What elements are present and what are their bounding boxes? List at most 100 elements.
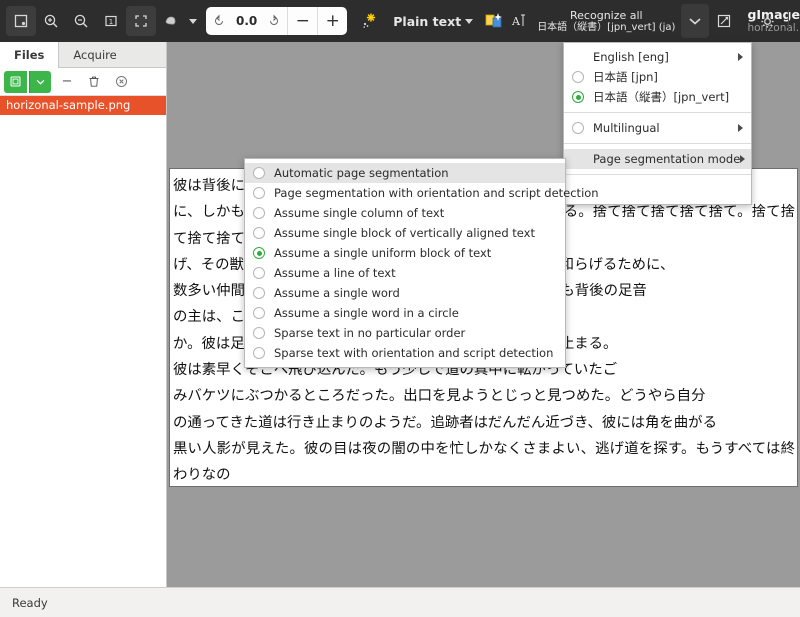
svg-text:A: A	[511, 15, 521, 28]
image-tools-button[interactable]	[156, 6, 186, 36]
radio-icon-selected[interactable]	[253, 247, 265, 259]
list-item[interactable]: horizonal-sample.png	[0, 96, 166, 115]
psm-item-sparse-text-osd[interactable]: Sparse text with orientation and script …	[245, 343, 565, 363]
language-menu[interactable]: English [eng] 日本語 [jpn] 日本語（縦書）[jpn_vert…	[563, 42, 752, 205]
menu-item-label: Assume a single uniform block of text	[274, 246, 492, 260]
edit-box-icon	[718, 14, 731, 28]
psm-item-single-word[interactable]: Assume a single word	[245, 283, 565, 303]
radio-icon[interactable]	[253, 307, 265, 319]
menu-item-label: Page segmentation mode	[593, 152, 741, 166]
open-file-dropdown-button[interactable]	[29, 70, 51, 93]
zoom-in-button[interactable]	[36, 6, 66, 36]
tab-files[interactable]: Files	[0, 42, 60, 68]
open-file-button[interactable]	[4, 70, 27, 93]
submenu-arrow-icon	[738, 124, 743, 132]
psm-item-automatic[interactable]: Automatic page segmentation	[245, 163, 565, 183]
edit-output-button[interactable]	[709, 6, 739, 36]
radio-icon[interactable]	[253, 327, 265, 339]
recognize-dropdown-button[interactable]	[681, 4, 710, 38]
image-tools-dropdown[interactable]	[186, 6, 200, 36]
ocr-settings-button[interactable]	[355, 6, 385, 36]
zoom-actual-size-button[interactable]: 1	[96, 6, 126, 36]
page-segmentation-mode-submenu[interactable]: Automatic page segmentation Page segment…	[244, 158, 599, 368]
menu-item-label: Automatic page segmentation	[274, 166, 449, 180]
file-toolbar: −	[0, 68, 166, 96]
text-tool-button[interactable]: A	[509, 6, 531, 36]
radio-icon[interactable]	[253, 287, 265, 299]
rotation-control: 0.0 − +	[206, 7, 348, 35]
radio-icon[interactable]	[253, 347, 265, 359]
menu-item-page-segmentation-mode[interactable]: Page segmentation mode	[564, 149, 751, 169]
rotate-left-icon	[215, 14, 223, 25]
menu-item-label: 日本語 [jpn]	[593, 70, 658, 84]
radio-icon[interactable]	[253, 207, 265, 219]
settings-button[interactable]	[754, 8, 780, 34]
rotation-increase-button[interactable]: +	[317, 7, 347, 35]
titlebar-toolbar: 1 0.0 − + Plain text A Recognize all 日本語…	[0, 0, 800, 42]
output-format-dropdown-icon[interactable]	[465, 18, 474, 24]
rotation-decrease-button[interactable]: −	[287, 7, 317, 35]
select-region-icon	[14, 14, 28, 28]
svg-text:1: 1	[109, 18, 113, 26]
radio-icon-selected[interactable]	[572, 91, 584, 103]
gear-icon	[761, 14, 774, 28]
menu-item-english[interactable]: English [eng]	[564, 47, 751, 67]
file-list: horizonal-sample.png	[0, 96, 166, 115]
menu-item-label: Sparse text with orientation and script …	[274, 346, 554, 360]
psm-item-single-uniform-block[interactable]: Assume a single uniform block of text	[245, 243, 565, 263]
select-region-button[interactable]	[6, 6, 36, 36]
rotation-value[interactable]: 0.0	[232, 14, 261, 28]
window-controls: – ✕	[751, 8, 800, 34]
tab-acquire[interactable]: Acquire	[59, 42, 130, 68]
recognize-wand-button[interactable]	[479, 6, 509, 36]
zoom-out-icon	[74, 14, 88, 28]
recognize-all-button[interactable]: Recognize all 日本語（縦書）[jpn_vert] (ja)	[531, 9, 681, 34]
psm-item-single-word-in-circle[interactable]: Assume a single word in a circle	[245, 303, 565, 323]
recognize-wand-icon	[485, 13, 503, 28]
radio-icon[interactable]	[572, 122, 584, 134]
window-title-block: gImage... horizonal...	[747, 6, 800, 34]
submenu-arrow-icon	[738, 53, 743, 61]
recognize-all-language: 日本語（縦書）[jpn_vert] (ja)	[537, 21, 676, 33]
radio-icon[interactable]	[253, 187, 265, 199]
psm-item-single-column[interactable]: Assume single column of text	[245, 203, 565, 223]
rotate-right-button[interactable]	[261, 7, 287, 35]
sidebar: Files Acquire − horizonal-sample.png	[0, 42, 167, 587]
application-window: 1 0.0 − + Plain text A Recognize all 日本語…	[0, 0, 800, 617]
unpaper-icon	[165, 16, 176, 25]
clear-files-button[interactable]	[110, 71, 132, 93]
magic-wand-icon	[363, 13, 376, 28]
psm-item-orientation-script-detection[interactable]: Page segmentation with orientation and s…	[245, 183, 599, 203]
submenu-arrow-icon	[740, 155, 746, 163]
radio-icon[interactable]	[253, 267, 265, 279]
psm-item-vertically-aligned-block[interactable]: Assume single block of vertically aligne…	[245, 223, 565, 243]
menu-item-japanese[interactable]: 日本語 [jpn]	[564, 67, 751, 87]
remove-file-button[interactable]: −	[56, 71, 78, 93]
output-format-label[interactable]: Plain text	[385, 14, 465, 29]
menu-item-label: Assume a single word in a circle	[274, 306, 459, 320]
menu-separator	[564, 174, 751, 175]
menu-item-label: Assume single block of vertically aligne…	[274, 226, 535, 240]
rotate-left-button[interactable]	[206, 7, 232, 35]
chevron-down-icon	[689, 18, 701, 25]
zoom-actual-size-icon: 1	[105, 15, 117, 27]
delete-file-button[interactable]	[83, 71, 105, 93]
menu-separator	[564, 143, 751, 144]
trash-icon	[89, 76, 99, 87]
window-controls-divider	[788, 10, 790, 32]
psm-item-sparse-text[interactable]: Sparse text in no particular order	[245, 323, 565, 343]
menu-item-multilingual[interactable]: Multilingual	[564, 118, 751, 138]
menu-item-japanese-vertical[interactable]: 日本語（縦書）[jpn_vert]	[564, 87, 751, 107]
zoom-fit-button[interactable]	[126, 6, 156, 36]
zoom-out-button[interactable]	[66, 6, 96, 36]
menu-item-label: Sparse text in no particular order	[274, 326, 466, 340]
clear-circle-icon	[115, 75, 127, 88]
menu-item-label: English [eng]	[593, 50, 669, 64]
chevron-down-icon	[36, 79, 45, 85]
radio-icon[interactable]	[253, 227, 265, 239]
psm-item-line-of-text[interactable]: Assume a line of text	[245, 263, 565, 283]
radio-icon[interactable]	[572, 71, 584, 83]
text-cursor-icon: A	[511, 14, 526, 28]
menu-item-label: Page segmentation with orientation and s…	[274, 186, 599, 200]
radio-icon[interactable]	[253, 167, 265, 179]
